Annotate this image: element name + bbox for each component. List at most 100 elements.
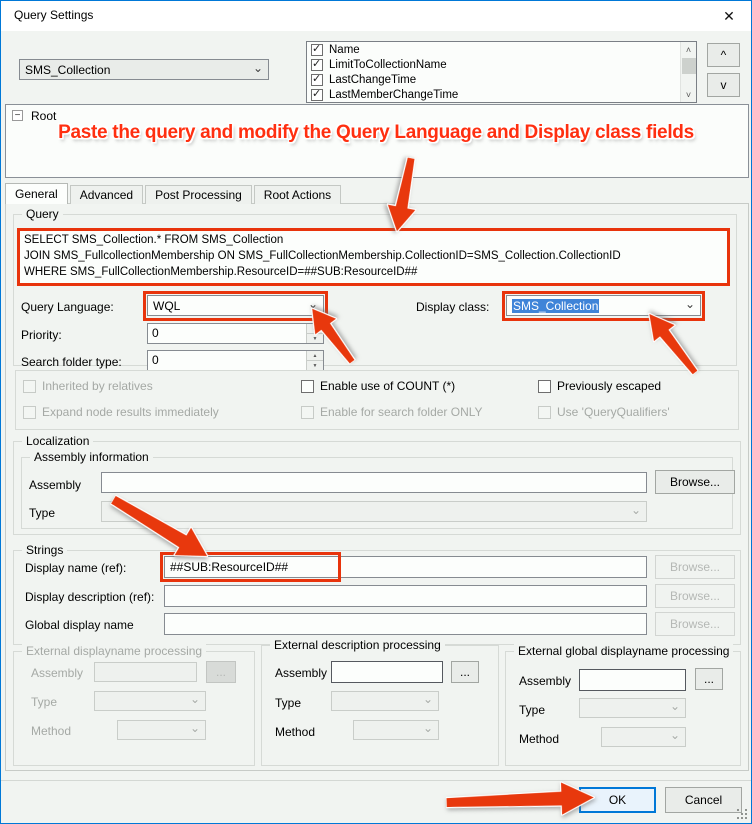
display-description-browse-button: Browse... bbox=[655, 584, 735, 608]
method-select: ⌄ bbox=[117, 720, 206, 740]
priority-label: Priority: bbox=[21, 328, 62, 342]
type-label: Type bbox=[29, 506, 55, 520]
list-item-label: LimitToCollectionName bbox=[329, 59, 447, 71]
checkbox-label: Previously escaped bbox=[557, 379, 661, 393]
assembly-field[interactable] bbox=[579, 669, 686, 691]
checkbox-label: Enable use of COUNT (*) bbox=[320, 379, 455, 393]
type-select: ⌄ bbox=[579, 698, 686, 718]
display-name-browse-button: Browse... bbox=[655, 555, 735, 579]
checkbox-checked-icon[interactable]: ✓ bbox=[311, 59, 323, 71]
assembly-label: Assembly bbox=[275, 666, 327, 680]
tree-collapse-icon[interactable]: − bbox=[12, 110, 23, 121]
assembly-ellipsis-button[interactable]: ... bbox=[451, 661, 479, 683]
priority-stepper[interactable]: 0 ▲ ▼ bbox=[147, 323, 324, 344]
checkbox-checked-icon[interactable]: ✓ bbox=[311, 74, 323, 86]
external-displayname-group-label: External displayname processing bbox=[22, 644, 206, 658]
property-list[interactable]: ✓ Name ✓ LimitToCollectionName ✓ LastCha… bbox=[306, 41, 697, 103]
search-folder-type-stepper[interactable]: 0 ▲ ▼ bbox=[147, 350, 324, 371]
list-item[interactable]: ✓ Name bbox=[307, 42, 696, 57]
method-label: Method bbox=[31, 724, 71, 738]
assembly-ellipsis-button[interactable]: ... bbox=[695, 668, 723, 690]
checkbox-icon bbox=[301, 406, 314, 419]
type-select: ⌄ bbox=[94, 691, 206, 711]
checkbox-icon bbox=[23, 406, 36, 419]
highlight-box-display-class bbox=[502, 291, 705, 321]
spin-up-icon[interactable]: ▲ bbox=[307, 351, 323, 361]
strings-group-label: Strings bbox=[22, 543, 67, 557]
global-display-name-browse-button: Browse... bbox=[655, 612, 735, 636]
query-settings-dialog: Query Settings ✕ SMS_Collection ⌄ ✓ Name… bbox=[0, 0, 752, 824]
move-down-button[interactable]: v bbox=[707, 73, 740, 97]
checkbox-icon[interactable] bbox=[301, 380, 314, 393]
display-name-ref-label: Display name (ref): bbox=[25, 561, 126, 575]
spin-down-icon[interactable]: ▼ bbox=[307, 361, 323, 370]
search-folder-type-label: Search folder type: bbox=[21, 355, 122, 369]
checkbox-icon[interactable] bbox=[538, 380, 551, 393]
assembly-field[interactable] bbox=[101, 472, 647, 493]
query-line: JOIN SMS_FullcollectionMembership ON SMS… bbox=[24, 248, 723, 264]
annotation-arrow-ok bbox=[445, 780, 595, 819]
class-select[interactable]: SMS_Collection ⌄ bbox=[19, 59, 269, 80]
search-folder-type-value: 0 bbox=[148, 351, 306, 370]
list-item[interactable]: ✓ LastMemberChangeTime bbox=[307, 87, 696, 102]
resize-grip[interactable] bbox=[737, 809, 739, 811]
type-label: Type bbox=[31, 695, 57, 709]
type-label: Type bbox=[519, 703, 545, 717]
scrollbar-thumb[interactable] bbox=[682, 58, 696, 74]
checkbox-previously-escaped[interactable]: Previously escaped bbox=[538, 379, 661, 393]
scroll-up-icon[interactable]: ˄ bbox=[681, 42, 696, 57]
assembly-browse-button[interactable]: Browse... bbox=[655, 470, 735, 494]
global-display-name-label: Global display name bbox=[25, 618, 134, 632]
tree-root-node[interactable]: Root bbox=[31, 109, 56, 123]
move-up-button[interactable]: ^ bbox=[707, 43, 740, 67]
checkbox-label: Inherited by relatives bbox=[42, 379, 153, 393]
class-select-value: SMS_Collection bbox=[25, 63, 110, 77]
assembly-information-label: Assembly information bbox=[30, 450, 153, 464]
tab-advanced[interactable]: Advanced bbox=[70, 185, 143, 204]
checkbox-checked-icon[interactable]: ✓ bbox=[311, 89, 323, 101]
scrollbar[interactable]: ˄ ˅ bbox=[680, 42, 696, 102]
type-label: Type bbox=[275, 696, 301, 710]
checkbox-enable-count[interactable]: Enable use of COUNT (*) bbox=[301, 379, 455, 393]
close-icon[interactable]: ✕ bbox=[707, 1, 751, 31]
tab-post-processing[interactable]: Post Processing bbox=[145, 185, 252, 204]
display-description-ref-field[interactable] bbox=[164, 585, 647, 607]
assembly-label: Assembly bbox=[519, 674, 571, 688]
list-item[interactable]: ✓ LastChangeTime bbox=[307, 72, 696, 87]
checkbox-label: Expand node results immediately bbox=[42, 405, 219, 419]
checkbox-enable-search-folder-only: Enable for search folder ONLY bbox=[301, 405, 483, 419]
query-group-label: Query bbox=[22, 207, 63, 221]
scroll-down-icon[interactable]: ˅ bbox=[681, 87, 696, 102]
checkbox-label: Use 'QueryQualifiers' bbox=[557, 405, 670, 419]
query-text-input[interactable]: SELECT SMS_Collection.* FROM SMS_Collect… bbox=[17, 228, 730, 286]
annotation-text: Paste the query and modify the Query Lan… bbox=[1, 122, 751, 144]
assembly-field[interactable] bbox=[331, 661, 443, 683]
localization-group-label: Localization bbox=[22, 434, 93, 448]
checkbox-inherited-by-relatives: Inherited by relatives bbox=[23, 379, 153, 393]
checkbox-checked-icon[interactable]: ✓ bbox=[311, 44, 323, 56]
assembly-field bbox=[94, 662, 197, 682]
tab-general[interactable]: General bbox=[5, 183, 68, 204]
title-bar[interactable]: Query Settings ✕ bbox=[1, 1, 751, 31]
footer-divider bbox=[1, 780, 752, 781]
type-select: ⌄ bbox=[101, 501, 647, 522]
tab-root-actions[interactable]: Root Actions bbox=[254, 185, 341, 204]
method-label: Method bbox=[275, 725, 315, 739]
list-item[interactable]: ✓ LimitToCollectionName bbox=[307, 57, 696, 72]
type-select: ⌄ bbox=[331, 691, 439, 711]
external-global-displayname-group-label: External global displayname processing bbox=[514, 644, 733, 658]
query-language-label: Query Language: bbox=[21, 300, 114, 314]
assembly-label: Assembly bbox=[29, 478, 81, 492]
assembly-label: Assembly bbox=[31, 666, 83, 680]
checkbox-label: Enable for search folder ONLY bbox=[320, 405, 483, 419]
cancel-button[interactable]: Cancel bbox=[665, 787, 742, 813]
list-item-label: LastMemberChangeTime bbox=[329, 89, 458, 101]
list-item-label: Name bbox=[329, 44, 360, 56]
checkbox-icon bbox=[538, 406, 551, 419]
query-line: SELECT SMS_Collection.* FROM SMS_Collect… bbox=[24, 232, 723, 248]
global-display-name-field[interactable] bbox=[164, 613, 647, 635]
list-item-label: LastChangeTime bbox=[329, 74, 416, 86]
checkbox-use-queryqualifiers: Use 'QueryQualifiers' bbox=[538, 405, 670, 419]
tab-strip: General Advanced Post Processing Root Ac… bbox=[5, 183, 343, 204]
assembly-ellipsis-button: ... bbox=[206, 661, 236, 683]
